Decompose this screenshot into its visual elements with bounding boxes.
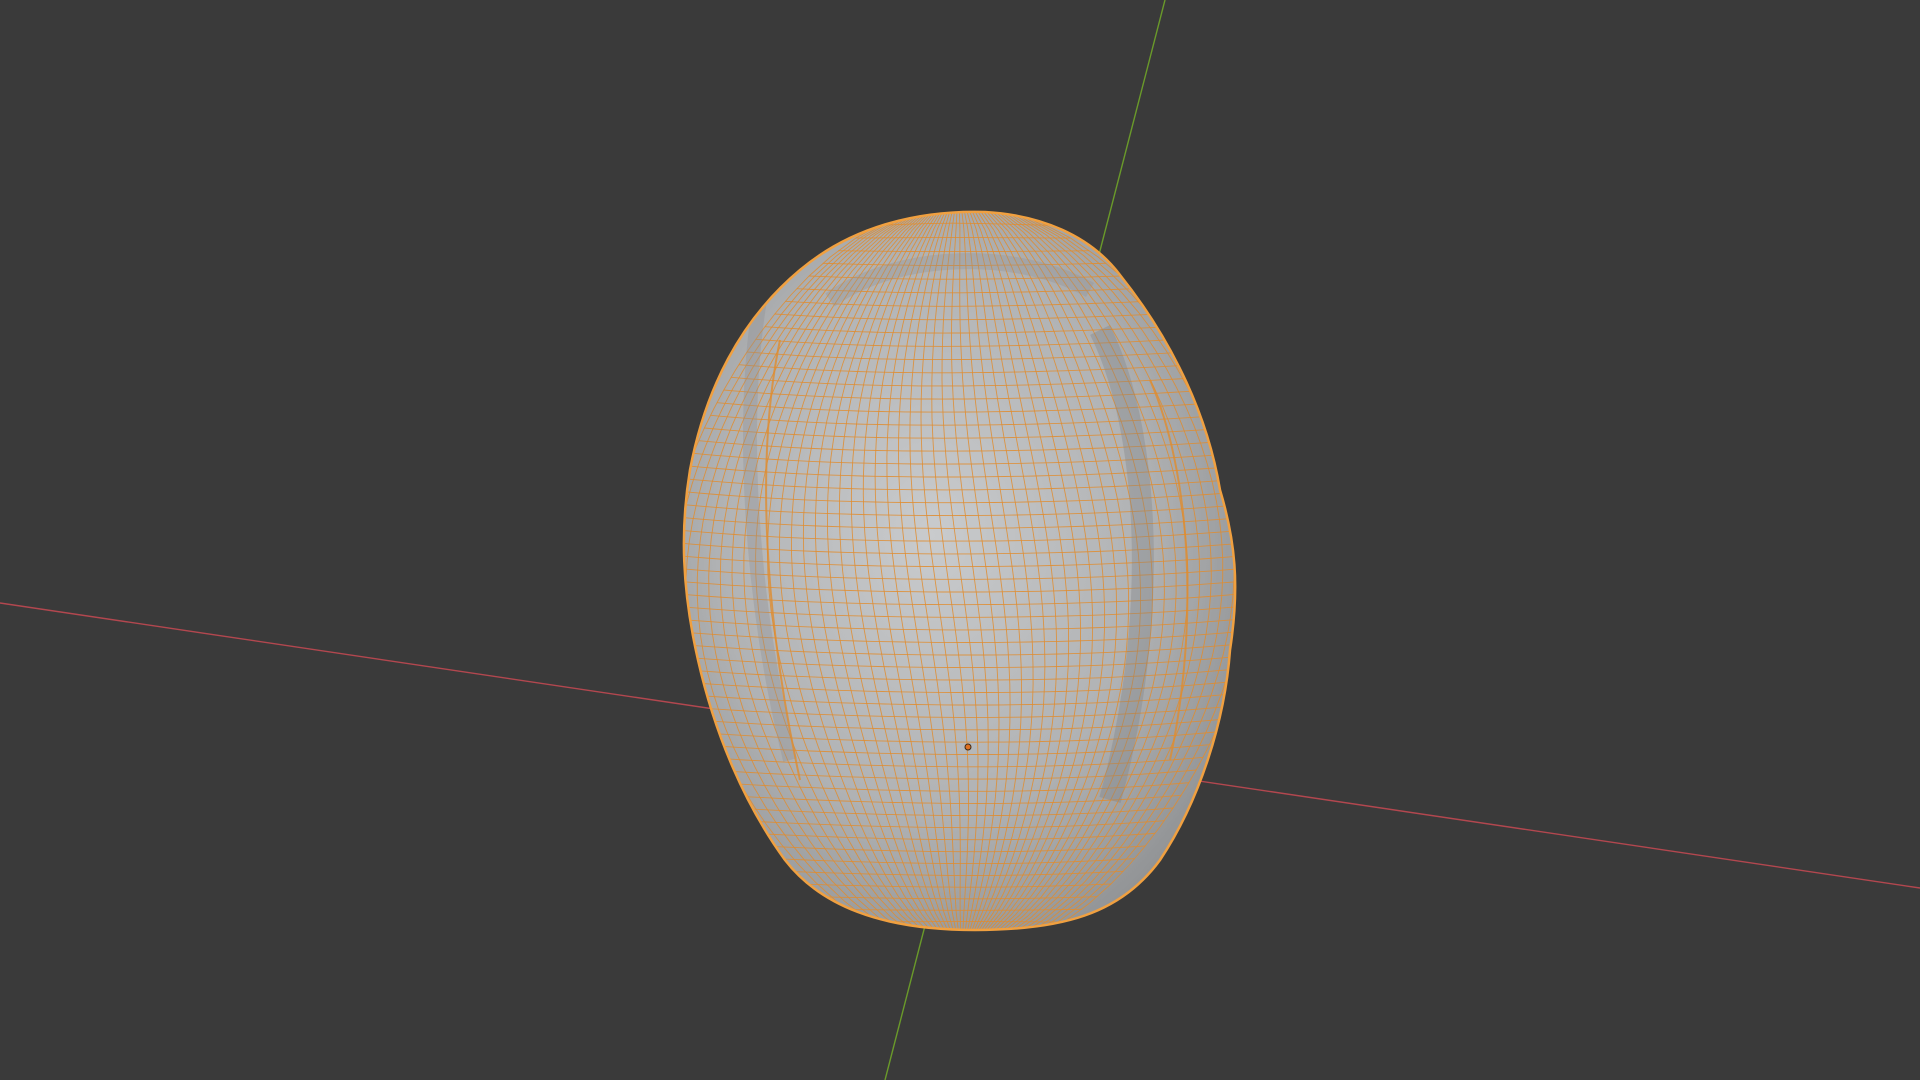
object-origin-dot[interactable]	[964, 743, 972, 751]
viewport-canvas[interactable]	[0, 0, 1920, 1080]
3d-viewport[interactable]	[0, 0, 1920, 1080]
mesh-object[interactable]	[663, 190, 1257, 960]
wire-parallel	[872, 933, 1042, 935]
wire-parallel	[942, 190, 978, 200]
wire-parallel	[942, 950, 978, 960]
